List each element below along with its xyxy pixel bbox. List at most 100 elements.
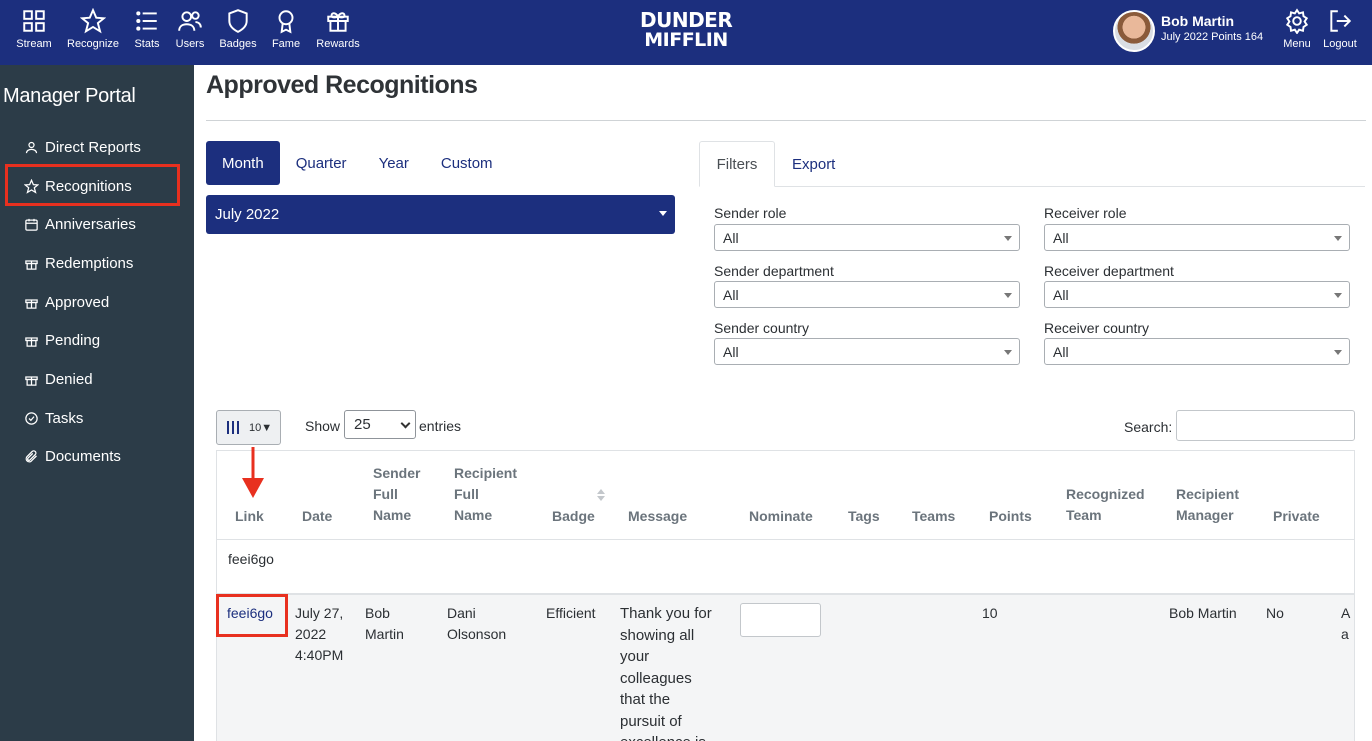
tab-export[interactable]: Export — [792, 141, 835, 187]
nominate-input[interactable] — [740, 603, 821, 637]
cell-line: Bob — [365, 605, 390, 621]
users-icon — [178, 11, 202, 31]
cell-line: pursuit of — [620, 712, 682, 730]
col-header-recognized-team[interactable]: Recognized Team — [1066, 484, 1145, 526]
entries-select[interactable]: 25 — [344, 410, 416, 439]
receiver-department-select[interactable]: All — [1044, 281, 1350, 308]
cell-message: Thank you for showing all your colleague… — [620, 603, 712, 741]
sort-icon[interactable] — [597, 489, 605, 501]
sidebar-item-anniversaries[interactable]: Anniversaries — [24, 212, 136, 236]
col-header-recipient-manager[interactable]: Recipient Manager — [1176, 484, 1239, 526]
header-line: Recipient — [454, 465, 518, 481]
column-filter-value[interactable]: feei6go — [228, 551, 274, 567]
col-header-nominate[interactable]: Nominate — [749, 506, 813, 527]
col-header-points[interactable]: Points — [989, 506, 1032, 527]
column-count: 10▼ — [249, 421, 273, 434]
period-select-value: July 2022 — [215, 206, 280, 223]
filter-label: Sender role — [714, 205, 787, 221]
sidebar-item-label: Approved — [45, 293, 110, 311]
sidebar-item-direct-reports[interactable]: Direct Reports — [24, 135, 141, 159]
top-navigation-bar: Stream Recognize Stats Users Badges Fame… — [0, 0, 1372, 65]
cell-line: Olsonson — [447, 626, 507, 642]
sidebar-item-label: Anniversaries — [45, 215, 136, 233]
cell-line: that the — [620, 691, 671, 708]
sidebar-item-documents[interactable]: Documents — [24, 444, 121, 468]
check-circle-icon — [25, 411, 38, 425]
sidebar-item-pending[interactable]: Pending — [24, 328, 100, 352]
show-label: Show — [305, 418, 341, 434]
gear-icon — [1285, 8, 1309, 34]
sidebar-item-approved[interactable]: Approved — [24, 290, 109, 314]
col-header-tags[interactable]: Tags — [848, 506, 880, 527]
sender-role-select[interactable]: All — [714, 224, 1020, 251]
select-value: All — [723, 343, 739, 360]
sender-department-select[interactable]: All — [714, 281, 1020, 308]
tab-month[interactable]: Month — [206, 141, 280, 185]
filter-label: Sender department — [714, 263, 834, 279]
cell-badge: Efficient — [546, 605, 596, 621]
cell-line: your — [620, 648, 650, 665]
nav-label: Fame — [271, 38, 301, 50]
col-header-badge[interactable]: Badge — [552, 506, 595, 527]
cell-line: Martin — [365, 626, 404, 642]
sidebar-item-tasks[interactable]: Tasks — [24, 406, 83, 430]
col-header-teams[interactable]: Teams — [912, 506, 955, 527]
tab-quarter[interactable]: Quarter — [280, 141, 363, 185]
sidebar-item-label: Tasks — [45, 409, 84, 427]
col-header-message[interactable]: Message — [628, 506, 687, 527]
sidebar-item-redemptions[interactable]: Redemptions — [24, 251, 133, 275]
nav-recognize[interactable]: Recognize — [65, 8, 121, 50]
sender-country-select[interactable]: All — [714, 338, 1020, 365]
receiver-role-select[interactable]: All — [1044, 224, 1350, 251]
logo-line: MIFFLIN — [644, 29, 728, 51]
logout-button[interactable]: Logout — [1312, 8, 1368, 50]
caret-down-icon — [1334, 293, 1342, 298]
period-select[interactable]: July 2022 — [206, 195, 675, 234]
header-line: Sender — [373, 465, 421, 481]
select-value: All — [723, 286, 739, 303]
nav-stream[interactable]: Stream — [6, 8, 62, 50]
header-line: Manager — [1176, 507, 1234, 523]
search-input[interactable] — [1176, 410, 1355, 441]
tab-custom[interactable]: Custom — [425, 141, 509, 185]
list-icon — [136, 11, 157, 31]
header-line: Recognized — [1066, 486, 1145, 502]
caret-down-icon — [1334, 350, 1342, 355]
cell-recipient-manager: Bob Martin — [1169, 605, 1237, 621]
sidebar-item-denied[interactable]: Denied — [24, 367, 93, 391]
cell-line: excellence is — [620, 732, 712, 741]
annotation-arrow-icon — [242, 447, 264, 498]
col-header-link[interactable]: Link — [235, 506, 264, 527]
cell-private: No — [1266, 605, 1284, 621]
col-header-recipient[interactable]: Recipient Full Name — [454, 463, 517, 526]
caret-down-icon — [1334, 236, 1342, 241]
col-header-sender[interactable]: Sender Full Name — [373, 463, 420, 526]
sidebar-item-label: Denied — [45, 370, 93, 388]
col-header-date[interactable]: Date — [302, 506, 332, 527]
tab-year[interactable]: Year — [363, 141, 425, 185]
tab-filters[interactable]: Filters — [699, 141, 775, 187]
select-value: All — [1053, 286, 1069, 303]
avatar[interactable] — [1113, 10, 1155, 52]
col-header-private[interactable]: Private — [1273, 506, 1320, 527]
select-value: All — [1053, 229, 1069, 246]
nav-rewards[interactable]: Rewards — [310, 8, 366, 50]
nav-label: Menu — [1283, 38, 1311, 50]
table-row: feei6go July 27, 2022 4:40PM Bob Martin … — [217, 593, 1354, 741]
filter-label: Receiver department — [1044, 263, 1174, 279]
nav-label: Logout — [1323, 38, 1357, 50]
nav-fame[interactable]: Fame — [258, 8, 314, 50]
divider — [206, 120, 1366, 121]
caret-down-icon — [659, 211, 667, 216]
receiver-country-select[interactable]: All — [1044, 338, 1350, 365]
header-line: Name — [454, 507, 493, 523]
nav-label: Users — [175, 38, 205, 50]
column-visibility-button[interactable]: 10▼ — [216, 410, 281, 445]
gift-icon — [327, 12, 349, 32]
dunder-mifflin-logo[interactable]: DUNDER MIFFLIN — [640, 10, 733, 51]
cell-line: Thank you for — [620, 605, 712, 622]
cell-line: 2022 — [295, 626, 327, 642]
grid-icon — [23, 10, 45, 32]
nav-label: Rewards — [316, 38, 360, 50]
header-line: Name — [373, 507, 412, 523]
